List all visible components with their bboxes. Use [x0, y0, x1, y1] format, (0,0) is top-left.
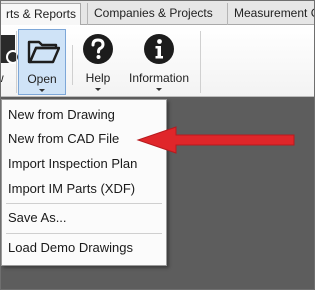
ribbon-tab-strip: rts & Reports Companies & Projects Measu…	[1, 1, 314, 26]
menu-item-import-im-parts[interactable]: Import IM Parts (XDF)	[2, 178, 166, 200]
menu-item-load-demo-drawings[interactable]: Load Demo Drawings	[2, 237, 166, 259]
menu-separator	[6, 203, 162, 204]
ribbon-toolbar: w Open Help	[1, 25, 314, 97]
new-button-label: w	[1, 71, 13, 85]
red-arrow-icon	[136, 126, 295, 154]
chevron-down-icon	[39, 89, 45, 92]
open-button-label: Open	[27, 72, 57, 86]
menu-separator	[6, 233, 162, 234]
chevron-down-icon	[156, 88, 162, 91]
help-button[interactable]: Help	[79, 29, 117, 95]
menu-item-import-inspection-plan[interactable]: Import Inspection Plan	[2, 153, 166, 175]
new-button[interactable]: w	[1, 29, 20, 95]
open-dropdown-menu: New from Drawing New from CAD File Impor…	[1, 99, 167, 266]
menu-item-new-from-drawing[interactable]: New from Drawing	[2, 104, 166, 126]
info-icon	[143, 33, 175, 65]
ribbon-divider	[200, 31, 201, 93]
chevron-down-icon	[95, 88, 101, 91]
ribbon-divider	[72, 45, 73, 85]
information-button[interactable]: Information	[125, 29, 193, 95]
open-button[interactable]: Open	[18, 29, 66, 95]
folder-open-icon	[26, 34, 61, 68]
help-question-icon	[82, 33, 114, 65]
tab-parts-reports[interactable]: rts & Reports	[1, 3, 81, 26]
ribbon-divider	[16, 31, 17, 93]
tab-measurement[interactable]: Measurement G	[227, 3, 314, 25]
tab-companies-projects[interactable]: Companies & Projects	[87, 3, 217, 25]
app-window: rts & Reports Companies & Projects Measu…	[0, 0, 315, 290]
information-button-label: Information	[128, 71, 190, 85]
help-button-label: Help	[85, 71, 111, 85]
menu-item-save-as[interactable]: Save As...	[2, 207, 166, 229]
